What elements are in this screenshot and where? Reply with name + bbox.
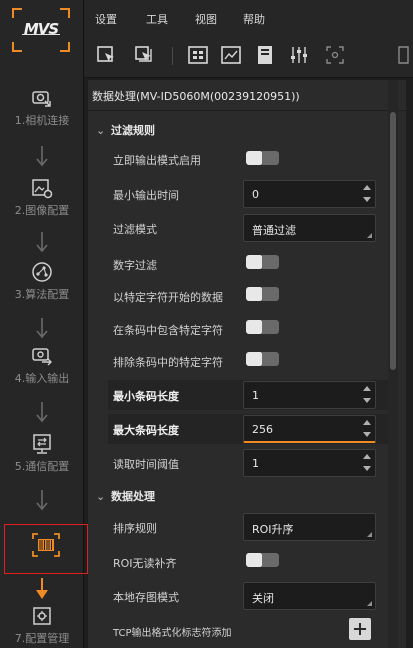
scrollbar-thumb[interactable] [390, 112, 396, 370]
menu-bar: 设置 工具 视图 帮助 [84, 0, 413, 34]
sort-rule-label: 排序规则 [113, 522, 157, 535]
algorithm-config-icon [32, 262, 52, 282]
down-arrow-icon [36, 402, 48, 423]
digit-filter-label: 数字过滤 [113, 259, 157, 272]
starts-with-char-toggle[interactable] [246, 287, 279, 301]
step-label: 5.通信配置 [14, 460, 70, 473]
starts-with-char-label: 以特定字符开始的数据 [113, 291, 223, 304]
save-icon[interactable] [254, 44, 276, 66]
menu-settings[interactable]: 设置 [95, 11, 117, 27]
continuous-capture-icon[interactable] [134, 44, 156, 66]
contains-char-toggle[interactable] [246, 320, 279, 334]
spinner[interactable] [363, 454, 371, 472]
spinner[interactable] [363, 420, 371, 438]
step-label: 7.配置管理 [14, 632, 70, 645]
down-arrow-icon [36, 318, 48, 339]
read-time-threshold-input[interactable]: 1 [243, 449, 376, 477]
panel-title: 数据处理(MV-ID5060M(00239120951)) [92, 90, 300, 103]
workflow-sidebar: MVS 1.相机连接 2.图像配置 3.算法配置 4.输入输出 5.通信配置 7… [0, 0, 88, 648]
spinner[interactable] [363, 386, 371, 404]
contains-char-label: 在条码中包含特定字符 [113, 324, 223, 337]
single-capture-icon[interactable] [96, 44, 118, 66]
step-label: 4.输入输出 [14, 372, 70, 385]
tcp-flag-label: TCP输出格式化标志符添加 [113, 628, 232, 639]
chevron-down-icon: ⌄ [96, 124, 106, 137]
active-step-highlight [4, 524, 88, 574]
communication-icon [33, 434, 51, 454]
image-config-icon [32, 179, 53, 199]
sort-rule-select[interactable]: ROI升序 [243, 513, 376, 541]
exclude-char-label: 排除条码中的特定字符 [113, 356, 223, 369]
chevron-down-icon: ⌄ [96, 490, 106, 503]
spinner[interactable] [363, 185, 371, 203]
down-arrow-icon [36, 232, 48, 253]
roi-icon[interactable] [324, 44, 346, 66]
more-tools-icon[interactable] [396, 44, 413, 66]
field-value: 普通过滤 [252, 224, 296, 237]
down-arrow-icon [36, 578, 48, 599]
app-logo: MVS [12, 8, 70, 52]
immediate-output-label: 立即输出模式启用 [113, 154, 201, 167]
step-camera-connect[interactable]: 1.相机连接 [0, 86, 84, 128]
field-value: 1 [252, 457, 259, 470]
field-value: 256 [252, 423, 273, 436]
filter-mode-select[interactable]: 普通过滤 [243, 214, 376, 242]
local-save-mode-label: 本地存图模式 [113, 591, 179, 604]
add-button[interactable] [349, 618, 371, 640]
field-value: 0 [252, 188, 259, 201]
menu-tools[interactable]: 工具 [146, 11, 168, 27]
step-algorithm-config[interactable]: 3.算法配置 [0, 260, 84, 302]
filter-mode-label: 过滤模式 [113, 223, 157, 236]
down-arrow-icon [36, 490, 48, 511]
step-io-config[interactable]: 4.输入输出 [0, 344, 84, 386]
field-value: ROI升序 [252, 523, 294, 536]
step-label: 2.图像配置 [14, 204, 70, 217]
digit-filter-toggle[interactable] [246, 255, 279, 269]
section-filter-rules[interactable]: ⌄ 过滤规则 [96, 122, 155, 138]
min-output-time-input[interactable]: 0 [243, 180, 376, 208]
step-label: 3.算法配置 [14, 288, 70, 301]
read-time-threshold-label: 读取时间阈值 [113, 458, 179, 471]
section-label: 过滤规则 [111, 124, 155, 137]
field-value: 1 [252, 389, 259, 402]
local-save-mode-select[interactable]: 关闭 [243, 582, 376, 610]
min-barcode-length-input[interactable]: 1 [243, 381, 376, 409]
chart-icon[interactable] [220, 44, 242, 66]
step-image-config[interactable]: 2.图像配置 [0, 176, 84, 218]
field-value: 关闭 [252, 592, 274, 605]
menu-view[interactable]: 视图 [195, 11, 217, 27]
grid-view-icon[interactable] [187, 44, 209, 66]
max-barcode-length-input[interactable]: 256 [243, 415, 376, 443]
step-config-manage[interactable]: 7.配置管理 [0, 604, 84, 646]
immediate-output-toggle[interactable] [246, 151, 279, 165]
down-arrow-icon [36, 146, 48, 167]
step-communication[interactable]: 5.通信配置 [0, 432, 84, 474]
roi-fill-label: ROI无读补齐 [113, 557, 177, 570]
step-label: 1.相机连接 [14, 114, 70, 127]
min-barcode-length-label: 最小条码长度 [113, 390, 179, 403]
section-label: 数据处理 [111, 490, 155, 503]
menu-help[interactable]: 帮助 [243, 11, 265, 27]
max-barcode-length-label: 最大条码长度 [113, 424, 179, 437]
toolbar [84, 34, 413, 78]
io-config-icon [32, 348, 52, 366]
config-manage-icon [33, 607, 51, 625]
roi-fill-toggle[interactable] [246, 553, 279, 567]
min-output-time-label: 最小输出时间 [113, 189, 179, 202]
section-data-processing[interactable]: ⌄ 数据处理 [96, 488, 155, 504]
exclude-char-toggle[interactable] [246, 352, 279, 366]
adjust-sliders-icon[interactable] [288, 44, 310, 66]
camera-connect-icon [32, 91, 51, 107]
